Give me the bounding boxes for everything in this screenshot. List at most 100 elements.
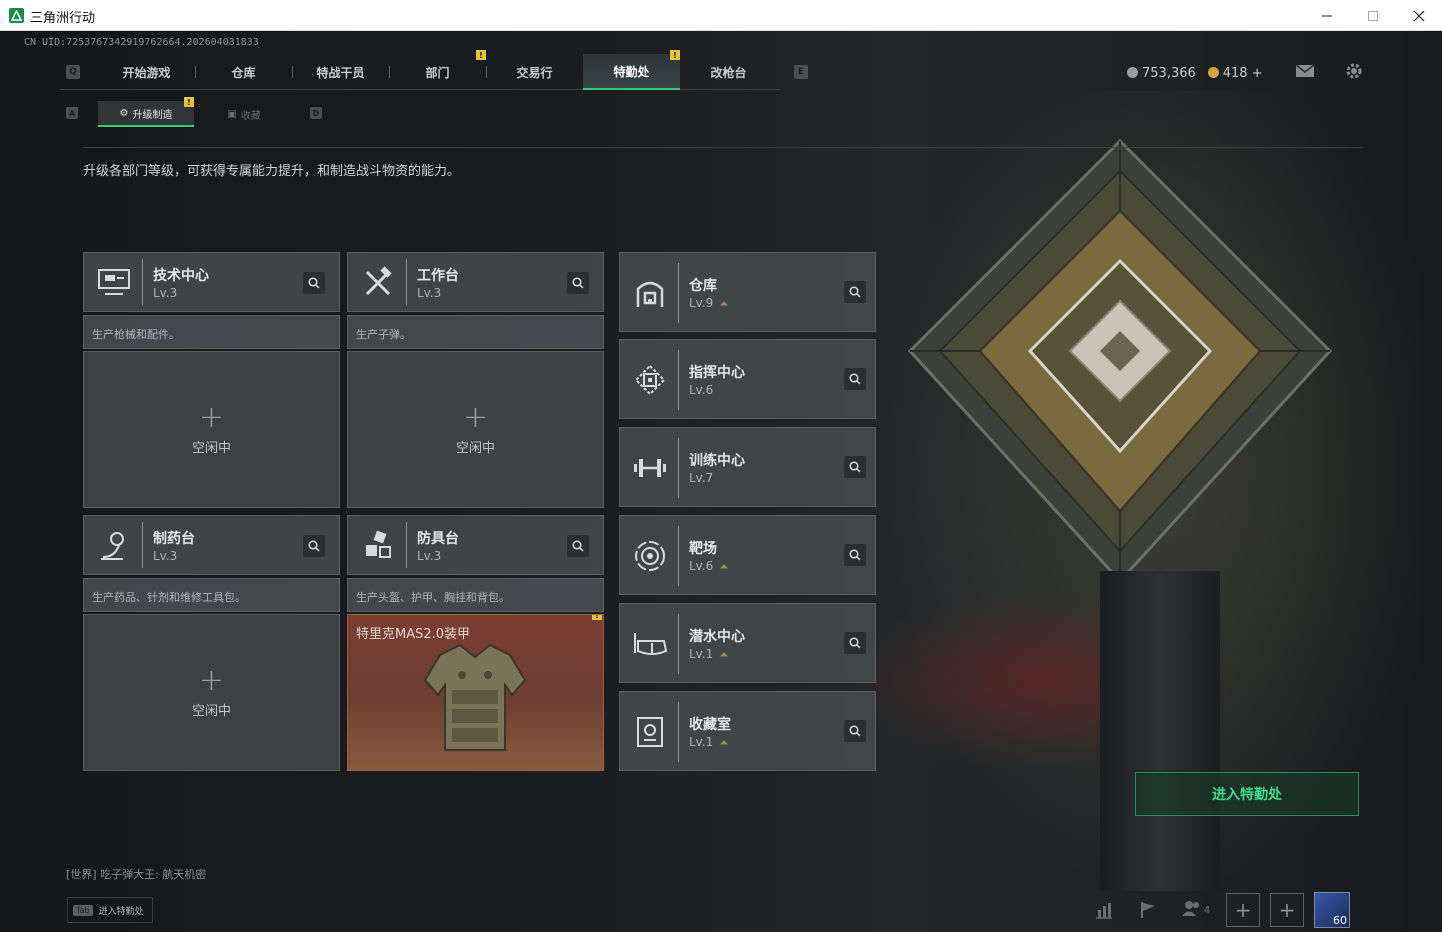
tab-key-label: Tab [73,904,93,916]
facility-name: 仓库 [689,278,717,294]
tab-operators[interactable]: 特战干员 [292,54,389,90]
blocks-icon [358,526,398,566]
divider [83,147,1363,148]
search-icon[interactable] [844,456,866,478]
station-desc-panel: 生产子弹。 [347,315,604,349]
subtab-left-key-hint: A [66,107,78,119]
station-card-armor[interactable]: 防具台 Lv.3 [347,515,604,575]
card-separator [142,259,143,305]
facility-card-collection-room[interactable]: 收藏室 Lv.1 ⏶ [619,691,876,771]
page-description: 升级各部门等级，可获得专属能力提升，和制造战斗物资的能力。 [83,164,461,179]
facility-level-row: Lv.1 ⏶ [689,735,728,750]
silver-currency: 753,366 [1127,66,1196,81]
card-separator [678,438,679,498]
station-card-pharmacy[interactable]: 制药台 Lv.3 [83,515,340,575]
plus-icon: + [1278,898,1296,922]
tab-warehouse[interactable]: 仓库 [195,54,292,90]
tab-gunsmith[interactable]: 改枪台 [680,54,777,90]
armor-vest-image [423,643,527,751]
player-avatar[interactable]: 60 [1314,892,1350,928]
team-slot-add-button[interactable]: + [1226,893,1260,927]
vault-icon [630,273,670,313]
armor-slot-badge: ! [592,615,602,620]
station-description: 生产枪械和配件。 [92,328,180,341]
goggles-icon [630,624,670,664]
stats-chart-icon[interactable] [1086,893,1122,927]
card-separator [678,526,679,586]
search-icon[interactable] [844,632,866,654]
station-desc-panel: 生产头盔、护甲、胸挂和背包。 [347,578,604,612]
subtab-collection-label: 收藏 [240,110,261,122]
tools-icon [358,263,398,303]
microscope-icon [94,526,134,566]
flag-icon[interactable] [1130,893,1166,927]
station-desc-panel: 生产枪械和配件。 [83,315,340,349]
facility-level: Lv.6 [689,383,714,397]
maximize-button[interactable] [1350,0,1396,31]
plus-icon: + [198,400,225,435]
friends-button[interactable]: 4 [1174,893,1218,927]
tab-special-ops[interactable]: 特勤处 [583,54,680,90]
facility-name: 潜水中心 [689,629,745,645]
tab-key-hint[interactable]: Tab 进入特勤处 [67,897,153,923]
player-level: 60 [1333,914,1347,927]
subtab-badge: ! [184,97,194,107]
station-name: 防具台 [417,531,459,547]
tab-department[interactable]: 部门 [389,54,486,90]
station-card-tech-center[interactable]: 技术中心 Lv.3 [83,252,340,312]
facility-card-warehouse[interactable]: 仓库 Lv.9 ⏶ [619,252,876,332]
search-icon[interactable] [844,368,866,390]
close-button[interactable] [1396,0,1442,31]
search-icon[interactable] [567,535,589,557]
player-uid: CN UID:7253767342919762664.202604031833 [24,37,259,48]
search-icon[interactable] [844,281,866,303]
minimize-button[interactable] [1304,0,1350,31]
plus-icon: + [1234,898,1252,922]
search-icon[interactable] [303,535,325,557]
search-icon[interactable] [303,272,325,294]
subtab-collection[interactable]: ▣ 收藏 [196,101,292,127]
production-slot-workbench[interactable]: + 空闲中 [347,351,604,508]
facility-name: 指挥中心 [689,365,745,381]
facility-card-diving-center[interactable]: 潜水中心 Lv.1 ⏶ [619,603,876,683]
station-name: 制药台 [153,531,195,547]
gold-amount: 418 + [1222,65,1263,81]
friends-icon [1181,900,1202,920]
facility-level: Lv.1 [689,735,714,749]
facility-card-shooting-range[interactable]: 靶场 Lv.6 ⏶ [619,515,876,595]
card-separator [678,263,679,323]
search-icon[interactable] [567,272,589,294]
mail-icon[interactable] [1295,64,1315,82]
tab-trading[interactable]: 交易行 [486,54,583,90]
facility-level-row: Lv.6 ⏶ [689,559,728,574]
subtab-upgrade[interactable]: ⚙ 升级制造 [98,101,194,127]
slot-status: 空闲中 [191,441,231,456]
world-chat-message[interactable]: [世界] 吃子弹大王: 航天机密 [66,866,206,882]
station-level: Lv.3 [417,549,442,563]
settings-gear-icon[interactable] [1345,62,1363,84]
trophy-icon [630,712,670,752]
top-navigation: Q 开始游戏 仓库 特战干员 部门 ! 交易行 特勤处 ! 改枪台 E [60,50,808,90]
production-slot-tech-center[interactable]: + 空闲中 [83,351,340,508]
window-title: 三角洲行动 [30,11,96,26]
station-desc-panel: 生产药品、针剂和维修工具包。 [83,578,340,612]
facility-card-training-center[interactable]: 训练中心 Lv.7 [619,427,876,507]
gold-coin-icon [1207,66,1219,78]
production-slot-pharmacy[interactable]: + 空闲中 [83,614,340,771]
station-card-workbench[interactable]: 工作台 Lv.3 [347,252,604,312]
monitor-icon [94,263,134,303]
tab-start-game[interactable]: 开始游戏 [98,54,195,90]
plus-icon: + [198,663,225,698]
chip-icon [630,360,670,400]
facility-card-command-center[interactable]: 指挥中心 Lv.6 [619,339,876,419]
friends-count: 4 [1203,904,1211,916]
station-description: 生产子弹。 [356,328,411,341]
enter-special-ops-button[interactable]: 进入特勤处 [1135,772,1359,816]
search-icon[interactable] [844,720,866,742]
team-slot-add-button[interactable]: + [1270,893,1304,927]
search-icon[interactable] [844,544,866,566]
gold-currency[interactable]: 418 + [1207,65,1263,81]
subtab-right-key-hint: D [310,107,322,119]
special-ops-badge: ! [670,50,680,60]
production-slot-armor[interactable]: 特里克MAS2.0装甲 ! [347,614,604,771]
